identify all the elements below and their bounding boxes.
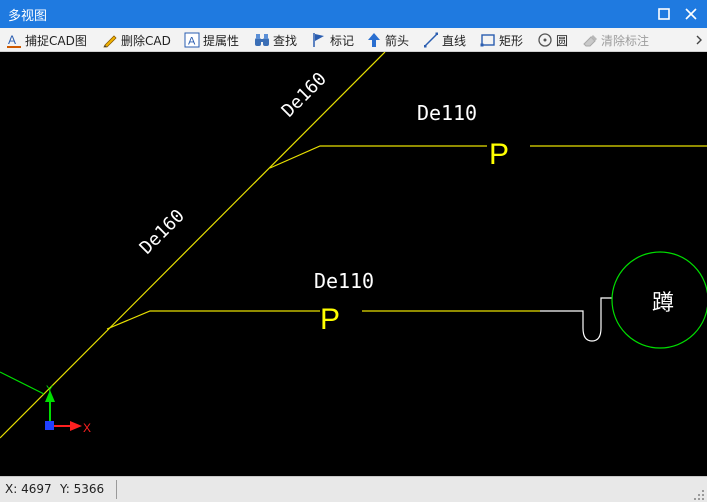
resize-grip-icon[interactable] bbox=[693, 489, 705, 501]
branch-label-upper: De110 bbox=[417, 101, 477, 125]
toolbar-overflow-button[interactable] bbox=[693, 30, 705, 50]
trap-marker-upper: P bbox=[489, 138, 509, 171]
axis-y-label: Y bbox=[46, 384, 54, 396]
line-icon bbox=[424, 32, 438, 48]
mark-label: 标记 bbox=[330, 33, 355, 48]
find-label: 查找 bbox=[273, 33, 298, 48]
trap-line bbox=[540, 297, 612, 342]
rectangle-label: 矩形 bbox=[499, 33, 524, 48]
delete-cad-label: 删除CAD bbox=[121, 33, 171, 48]
rectangle-button[interactable]: 矩形 bbox=[480, 30, 523, 50]
chevron-right-icon bbox=[696, 35, 702, 45]
text-a-icon: A bbox=[184, 32, 200, 48]
main-pipe bbox=[0, 52, 386, 439]
svg-text:A: A bbox=[8, 33, 16, 47]
status-separator bbox=[116, 480, 117, 499]
cursor-x-coordinate: X: 4697 bbox=[5, 482, 52, 496]
trap-marker-lower: P bbox=[320, 303, 340, 336]
close-button[interactable] bbox=[681, 4, 701, 24]
line-label: 直线 bbox=[442, 33, 467, 48]
fixture-label: 蹲 bbox=[652, 291, 674, 316]
title-bar: 多视图 bbox=[0, 0, 707, 28]
line-button[interactable]: 直线 bbox=[423, 30, 466, 50]
pencil-icon bbox=[103, 35, 117, 48]
cursor-y-coordinate: Y: 5366 bbox=[60, 482, 105, 496]
window-title: 多视图 bbox=[8, 9, 48, 24]
capture-cad-icon: A bbox=[7, 33, 21, 48]
lower-branch-pipe bbox=[106, 310, 320, 330]
circle-icon bbox=[538, 33, 552, 47]
find-button[interactable]: 查找 bbox=[254, 30, 297, 50]
close-icon bbox=[685, 8, 697, 20]
arrow-label: 箭头 bbox=[385, 33, 410, 48]
green-reference-line bbox=[0, 371, 45, 395]
eraser-icon bbox=[583, 35, 597, 47]
binoculars-icon bbox=[255, 34, 269, 46]
cad-canvas[interactable]: De160 De160 De110 De110 P P 蹲 X Y bbox=[0, 52, 707, 476]
maximize-icon bbox=[658, 8, 670, 20]
arrow-button[interactable]: 箭头 bbox=[366, 30, 409, 50]
ucs-axis-icon: X Y bbox=[45, 384, 91, 435]
rectangle-icon bbox=[480, 34, 495, 47]
circle-button[interactable]: 圆 bbox=[537, 30, 568, 50]
extract-attribute-button[interactable]: A 提属性 bbox=[184, 30, 239, 50]
arrow-up-icon bbox=[368, 33, 380, 47]
maximize-button[interactable] bbox=[654, 4, 674, 24]
capture-cad-button[interactable]: A 捕捉CAD图 bbox=[6, 30, 87, 50]
toolbar: A 捕捉CAD图 删除CAD A 提属性 查找 标记 箭头 直线 矩形 圆 清除… bbox=[0, 28, 707, 52]
status-bar: X: 4697 Y: 5366 bbox=[0, 476, 707, 502]
pipe-label-lower: De160 bbox=[136, 205, 189, 258]
delete-cad-button[interactable]: 删除CAD bbox=[102, 30, 171, 50]
clear-annotations-button[interactable]: 清除标注 bbox=[582, 30, 649, 50]
svg-text:A: A bbox=[188, 36, 196, 48]
capture-cad-label: 捕捉CAD图 bbox=[25, 33, 87, 48]
flag-icon bbox=[313, 33, 324, 47]
branch-label-lower: De110 bbox=[314, 269, 374, 293]
upper-branch-pipe bbox=[269, 145, 487, 169]
extract-attribute-label: 提属性 bbox=[203, 33, 240, 48]
axis-x-label: X bbox=[83, 421, 91, 435]
clear-annotations-label: 清除标注 bbox=[601, 33, 650, 48]
mark-button[interactable]: 标记 bbox=[311, 30, 354, 50]
circle-label: 圆 bbox=[556, 33, 569, 48]
